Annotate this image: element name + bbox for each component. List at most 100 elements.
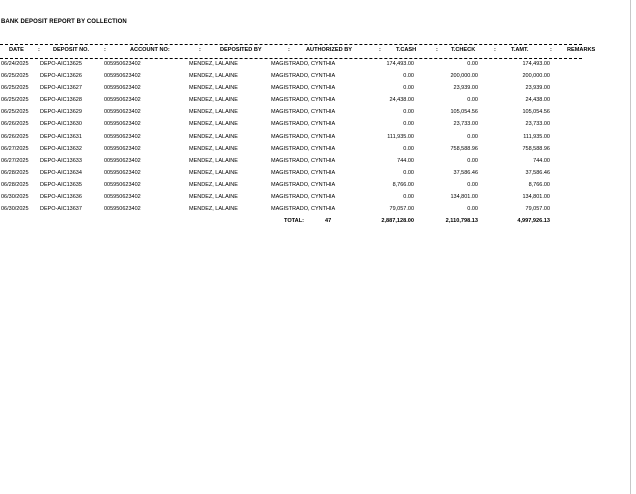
cell-t-check: 0.00 (467, 206, 478, 213)
cell-account-no: 005950623402 (104, 206, 141, 213)
col-separator: : (199, 47, 201, 53)
cell-t-check: 105,054.56 (450, 109, 478, 116)
col-date-header: DATE (9, 47, 24, 53)
report-page: BANK DEPOSIT REPORT BY COLLECTION DATE :… (0, 0, 636, 494)
cell-authorized-by: MAGISTRADO, CYNTHIA (271, 181, 336, 188)
cell-authorized-by: MAGISTRADO, CYNTHIA (271, 194, 336, 201)
table-row: 06/27/2025 DEPO-AIC13632 005950623402 MENDE… (0, 146, 636, 158)
col-t-amt-header: T.AMT. (511, 47, 529, 53)
cell-account-no: 005950623402 (104, 73, 141, 80)
cell-deposit-no: DEPO-AIC13626 (40, 73, 82, 80)
cell-account-no: 005950623402 (104, 85, 141, 92)
cell-date: 06/28/2025 (1, 181, 29, 188)
cell-date: 06/27/2025 (1, 145, 29, 152)
cell-date: 06/30/2025 (1, 194, 29, 201)
cell-t-amt: 37,586.46 (525, 169, 550, 176)
cell-deposited-by: MENDEZ, LALAINE (189, 109, 238, 116)
cell-deposit-no: DEPO-AIC13632 (40, 145, 82, 152)
report-title: BANK DEPOSIT REPORT BY COLLECTION (1, 19, 127, 25)
cell-t-cash: 0.00 (403, 121, 414, 128)
cell-t-cash: 79,057.00 (389, 206, 414, 213)
total-row: TOTAL: 47 2,887,128.00 2,110,798.13 4,99… (0, 218, 636, 228)
deposit-rows: 06/24/2025 DEPO-AIC13625 005950623402 MENDE… (0, 61, 636, 218)
cell-date: 06/30/2025 (1, 206, 29, 213)
table-row: 06/27/2025 DEPO-AIC13633 005950623402 MENDE… (0, 158, 636, 170)
cell-deposited-by: MENDEZ, LALAINE (189, 73, 238, 80)
cell-t-amt: 174,493.00 (522, 61, 550, 67)
cell-t-amt: 111,935.00 (523, 133, 550, 140)
header-bottom-rule (0, 58, 582, 59)
cell-deposit-no: DEPO-AIC13635 (40, 181, 82, 188)
cell-t-cash: 174,493.00 (386, 61, 414, 67)
table-row: 06/26/2025 DEPO-AIC13630 005950623402 MENDE… (0, 121, 636, 133)
cell-deposited-by: MENDEZ, LALAINE (189, 206, 238, 213)
cell-deposited-by: MENDEZ, LALAINE (189, 157, 238, 164)
cell-date: 06/25/2025 (1, 97, 29, 104)
cell-deposit-no: DEPO-AIC13628 (40, 97, 82, 104)
cell-deposited-by: MENDEZ, LALAINE (189, 181, 238, 188)
cell-account-no: 005950623402 (104, 194, 141, 201)
cell-authorized-by: MAGISTRADO, CYNTHIA (271, 109, 336, 116)
col-separator: : (288, 47, 290, 53)
col-deposit-no-header: DEPOSIT NO. (53, 47, 90, 53)
cell-date: 06/25/2025 (1, 85, 29, 92)
col-separator: : (38, 47, 40, 53)
col-authorized-by-header: AUTHORIZED BY (306, 47, 352, 53)
cell-deposited-by: MENDEZ, LALAINE (189, 133, 238, 140)
table-row: 06/28/2025 DEPO-AIC13634 005950623402 MENDE… (0, 170, 636, 182)
cell-t-amt: 134,801.00 (522, 194, 550, 201)
cell-date: 06/24/2025 (1, 61, 29, 67)
cell-date: 06/25/2025 (1, 109, 29, 116)
cell-t-amt: 24,438.00 (525, 97, 550, 104)
table-row: 06/25/2025 DEPO-AIC13627 005950623402 MENDE… (0, 85, 636, 97)
cell-t-check: 0.00 (467, 97, 478, 104)
cell-authorized-by: MAGISTRADO, CYNTHIA (271, 121, 336, 128)
cell-date: 06/25/2025 (1, 73, 29, 80)
col-t-cash-header: T.CASH (396, 47, 417, 53)
cell-t-cash: 0.00 (403, 109, 414, 116)
cell-t-amt: 79,057.00 (525, 206, 550, 213)
cell-account-no: 005950623402 (104, 133, 141, 140)
cell-t-amt: 8,766.00 (528, 181, 550, 188)
cell-t-cash: 8,766.00 (392, 181, 414, 188)
cell-t-check: 0.00 (467, 181, 478, 188)
col-separator: : (104, 47, 106, 53)
table-row: 06/30/2025 DEPO-AIC13637 005950623402 MENDE… (0, 206, 636, 218)
cell-t-check: 134,801.00 (450, 194, 478, 201)
cell-deposited-by: MENDEZ, LALAINE (189, 145, 238, 152)
cell-t-check: 37,586.46 (453, 169, 478, 176)
cell-deposited-by: MENDEZ, LALAINE (189, 61, 238, 67)
cell-t-check: 0.00 (467, 157, 478, 164)
cell-deposited-by: MENDEZ, LALAINE (189, 169, 238, 176)
header-top-rule (0, 44, 582, 45)
cell-deposit-no: DEPO-AIC13637 (40, 206, 82, 213)
cell-t-cash: 111,935.00 (387, 133, 414, 140)
table-row: 06/26/2025 DEPO-AIC13631 005950623402 MENDE… (0, 134, 636, 146)
col-separator: : (494, 47, 496, 53)
cell-date: 06/26/2025 (1, 121, 29, 128)
cell-account-no: 005950623402 (104, 169, 141, 176)
cell-authorized-by: MAGISTRADO, CYNTHIA (271, 133, 336, 140)
cell-deposit-no: DEPO-AIC13625 (40, 61, 82, 67)
cell-authorized-by: MAGISTRADO, CYNTHIA (271, 206, 336, 213)
cell-deposit-no: DEPO-AIC13630 (40, 121, 82, 128)
cell-t-check: 758,588.96 (450, 145, 478, 152)
cell-date: 06/26/2025 (1, 133, 29, 140)
table-row: 06/24/2025 DEPO-AIC13625 005950623402 MENDE… (0, 61, 636, 73)
cell-t-cash: 0.00 (403, 169, 414, 176)
total-label: TOTAL: (284, 218, 304, 224)
cell-t-cash: 0.00 (403, 145, 414, 152)
cell-account-no: 005950623402 (104, 61, 141, 67)
cell-date: 06/27/2025 (1, 157, 29, 164)
cell-date: 06/28/2025 (1, 169, 29, 176)
cell-authorized-by: MAGISTRADO, CYNTHIA (271, 85, 336, 92)
cell-account-no: 005950623402 (104, 109, 141, 116)
cell-t-amt: 758,588.96 (522, 145, 550, 152)
total-t-check: 2,110,798.13 (445, 218, 478, 224)
cell-t-amt: 200,000.00 (522, 73, 550, 80)
col-separator: : (550, 47, 552, 53)
cell-t-cash: 24,438.00 (389, 97, 414, 104)
cell-account-no: 005950623402 (104, 145, 141, 152)
table-row: 06/30/2025 DEPO-AIC13636 005950623402 MENDE… (0, 194, 636, 206)
col-account-no-header: ACCOUNT NO: (130, 47, 170, 53)
